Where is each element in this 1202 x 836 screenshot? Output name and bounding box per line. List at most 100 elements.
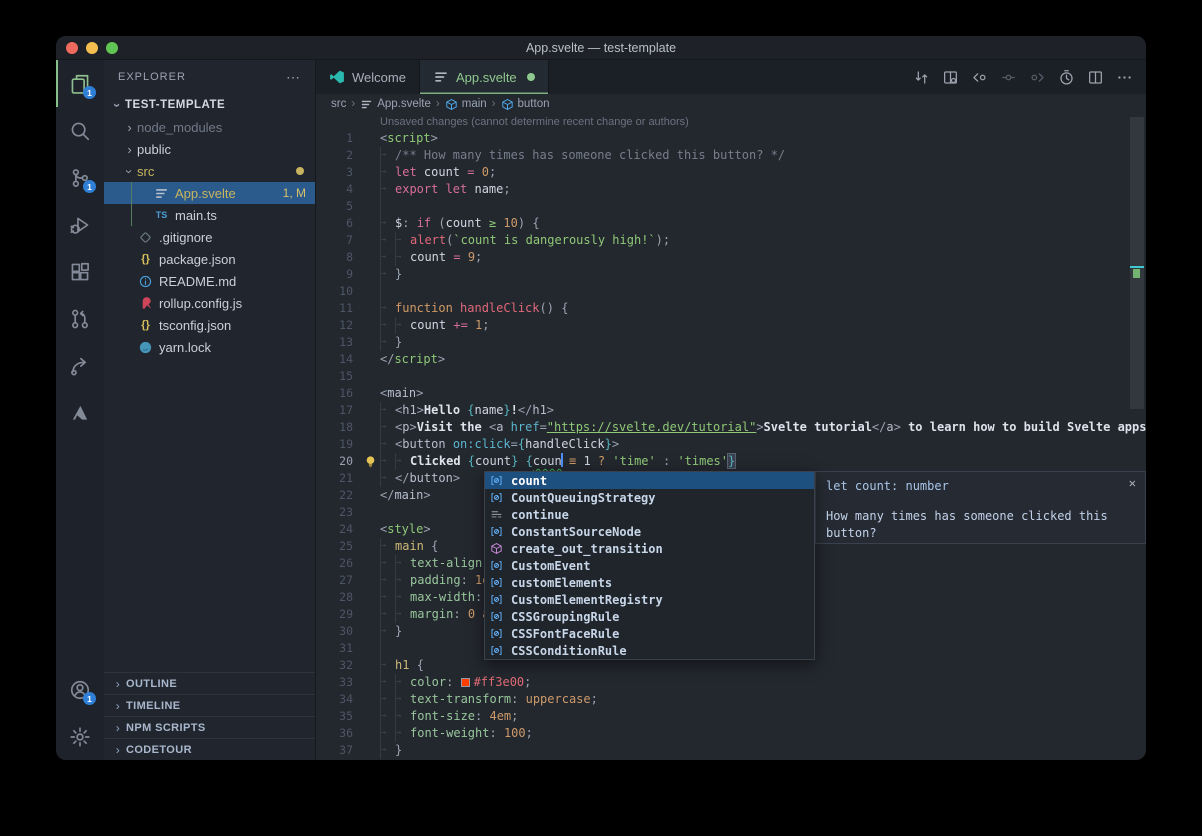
scrollbar[interactable]: [1130, 117, 1144, 409]
tree-item--gitignore[interactable]: .gitignore: [104, 226, 315, 248]
line-number[interactable]: 29: [316, 606, 360, 623]
code-line[interactable]: 5: [316, 198, 1146, 215]
zoom-button[interactable]: [106, 42, 118, 54]
code-line[interactable]: 8→→count = 9;: [316, 249, 1146, 266]
suggestion-customevent[interactable]: CustomEvent: [485, 557, 814, 574]
line-number[interactable]: 37: [316, 742, 360, 759]
suggestion-create_out_transition[interactable]: create_out_transition: [485, 540, 814, 557]
activity-item-accounts[interactable]: 1: [56, 666, 104, 713]
suggestion-count[interactable]: count: [485, 472, 814, 489]
activity-item-extensions[interactable]: [56, 248, 104, 295]
action-change[interactable]: [996, 65, 1020, 89]
code-line[interactable]: 36→→font-weight: 100;: [316, 725, 1146, 742]
activity-item-source-control[interactable]: 1: [56, 154, 104, 201]
line-number[interactable]: 31: [316, 640, 360, 657]
line-number[interactable]: 11: [316, 300, 360, 317]
suggestion-constantsourcenode[interactable]: ConstantSourceNode: [485, 523, 814, 540]
code-line[interactable]: 12→→count += 1;: [316, 317, 1146, 334]
tree-root-test-template[interactable]: ›TEST-TEMPLATE: [104, 94, 315, 116]
line-number[interactable]: 7: [316, 232, 360, 249]
minimize-button[interactable]: [86, 42, 98, 54]
tab-welcome[interactable]: Welcome: [316, 60, 420, 94]
activity-item-github-pull-requests[interactable]: [56, 295, 104, 342]
tree-item-rollup-config-js[interactable]: rollup.config.js: [104, 292, 315, 314]
code-line[interactable]: 13→}: [316, 334, 1146, 351]
line-number[interactable]: 27: [316, 572, 360, 589]
panel-timeline[interactable]: ›TIMELINE: [104, 694, 315, 716]
line-number[interactable]: 4: [316, 181, 360, 198]
code-line[interactable]: 7→→alert(`count is dangerously high!`);: [316, 232, 1146, 249]
suggestion-countqueuingstrategy[interactable]: CountQueuingStrategy: [485, 489, 814, 506]
code-line[interactable]: 11→function handleClick() {: [316, 300, 1146, 317]
line-number[interactable]: 25: [316, 538, 360, 555]
breadcrumb-item-button[interactable]: button: [501, 98, 550, 111]
line-number[interactable]: 12: [316, 317, 360, 334]
line-number[interactable]: 20: [316, 453, 360, 470]
line-number[interactable]: 14: [316, 351, 360, 368]
suggestion-cssgroupingrule[interactable]: CSSGroupingRule: [485, 608, 814, 625]
code-line[interactable]: 1<script>: [316, 130, 1146, 147]
line-number[interactable]: 2: [316, 147, 360, 164]
line-number[interactable]: 23: [316, 504, 360, 521]
suggestion-customelements[interactable]: customElements: [485, 574, 814, 591]
code-line[interactable]: 16<main>: [316, 385, 1146, 402]
code-line[interactable]: 9→}: [316, 266, 1146, 283]
line-number[interactable]: 3: [316, 164, 360, 181]
line-number[interactable]: 28: [316, 589, 360, 606]
activity-item-run-and-debug[interactable]: [56, 201, 104, 248]
code-line[interactable]: 10: [316, 283, 1146, 300]
line-number[interactable]: 34: [316, 691, 360, 708]
line-number[interactable]: 6: [316, 215, 360, 232]
suggestion-cssfontfacerule[interactable]: CSSFontFaceRule: [485, 625, 814, 642]
line-number[interactable]: 18: [316, 419, 360, 436]
line-number[interactable]: 35: [316, 708, 360, 725]
activity-item-search[interactable]: [56, 107, 104, 154]
panel-outline[interactable]: ›OUTLINE: [104, 672, 315, 694]
tree-item-node-modules[interactable]: ›node_modules: [104, 116, 315, 138]
action-split-editor[interactable]: [1083, 65, 1107, 89]
panel-npm-scripts[interactable]: ›NPM SCRIPTS: [104, 716, 315, 738]
action-open-changes[interactable]: [938, 65, 962, 89]
tree-item-readme-md[interactable]: README.md: [104, 270, 315, 292]
code-editor[interactable]: Unsaved changes (cannot determine recent…: [316, 114, 1146, 760]
code-line[interactable]: 18→<p>Visit the <a href="https://svelte.…: [316, 419, 1146, 436]
code-line[interactable]: 2→/** How many times has someone clicked…: [316, 147, 1146, 164]
tab-app-svelte[interactable]: App.svelte: [420, 60, 549, 94]
line-number[interactable]: 33: [316, 674, 360, 691]
code-line[interactable]: 19→<button on:click={handleClick}>: [316, 436, 1146, 453]
code-line[interactable]: 15: [316, 368, 1146, 385]
activity-item-azure[interactable]: [56, 389, 104, 436]
explorer-more-icon[interactable]: ⋯: [286, 69, 301, 86]
code-line[interactable]: 14</script>: [316, 351, 1146, 368]
line-number[interactable]: 16: [316, 385, 360, 402]
line-number[interactable]: 30: [316, 623, 360, 640]
activity-item-explorer[interactable]: 1: [56, 60, 104, 107]
activity-item-settings[interactable]: [56, 713, 104, 760]
code-line[interactable]: 33→→color: #ff3e00;: [316, 674, 1146, 691]
breadcrumb-item-src[interactable]: src: [331, 98, 346, 110]
line-number[interactable]: 36: [316, 725, 360, 742]
tree-item-yarn-lock[interactable]: yarn.lock: [104, 336, 315, 358]
line-number[interactable]: 26: [316, 555, 360, 572]
close-icon[interactable]: ✕: [1129, 475, 1136, 492]
tree-item-src[interactable]: ›src: [104, 160, 315, 182]
line-number[interactable]: 13: [316, 334, 360, 351]
code-line[interactable]: 17→<h1>Hello {name}!</h1>: [316, 402, 1146, 419]
code-line[interactable]: 4→export let name;: [316, 181, 1146, 198]
tree-item-main-ts[interactable]: TSmain.ts: [104, 204, 315, 226]
tree-item-package-json[interactable]: {}package.json: [104, 248, 315, 270]
close-button[interactable]: [66, 42, 78, 54]
code-line[interactable]: 20→→Clicked {count} {coun ≡ 1 ? 'time' :…: [316, 453, 1146, 470]
code-line[interactable]: 34→→text-transform: uppercase;: [316, 691, 1146, 708]
line-number[interactable]: 22: [316, 487, 360, 504]
line-number[interactable]: 9: [316, 266, 360, 283]
breadcrumb-item-app-svelte[interactable]: App.svelte: [360, 98, 431, 111]
line-number[interactable]: 15: [316, 368, 360, 385]
line-number[interactable]: 8: [316, 249, 360, 266]
action-gitlens-compare[interactable]: [909, 65, 933, 89]
line-number[interactable]: 1: [316, 130, 360, 147]
suggestion-continue[interactable]: continue: [485, 506, 814, 523]
code-line[interactable]: 37→}: [316, 742, 1146, 759]
line-number[interactable]: 24: [316, 521, 360, 538]
breadcrumb-item-main[interactable]: main: [445, 98, 487, 111]
